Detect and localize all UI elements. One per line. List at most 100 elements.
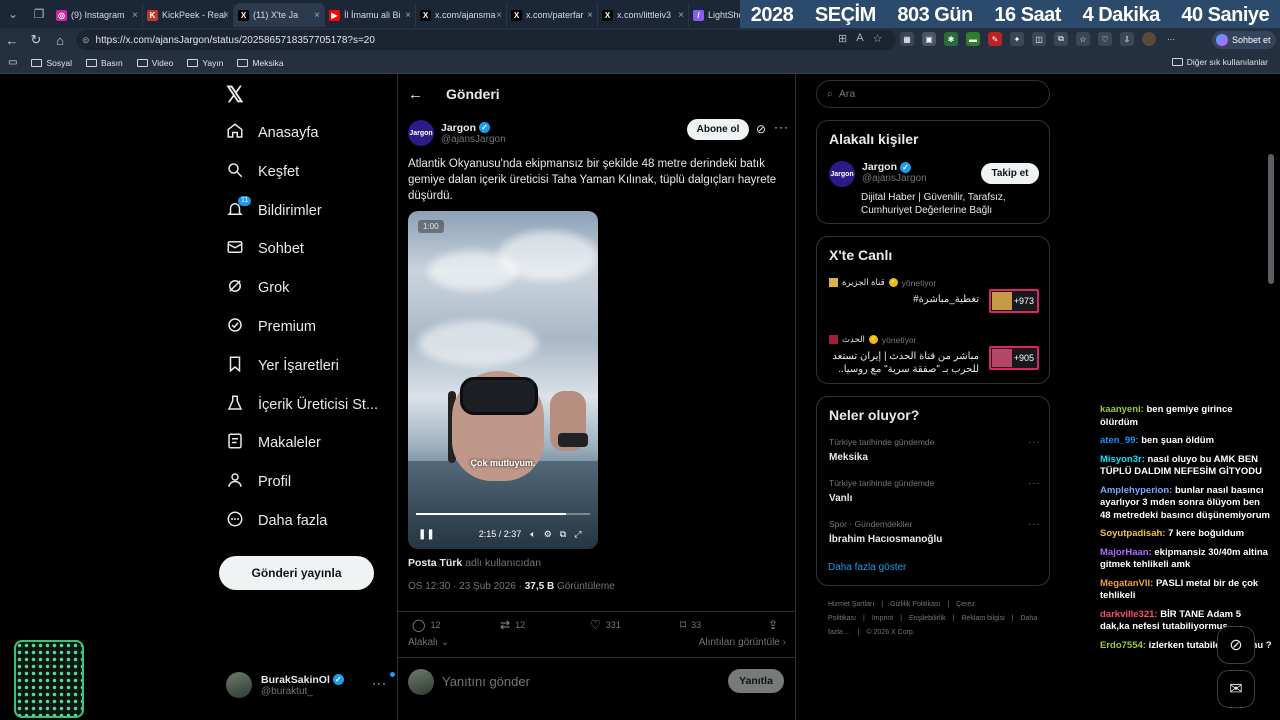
extension-icon[interactable]: ✎	[988, 32, 1002, 46]
workspaces-icon[interactable]: ❐	[26, 0, 52, 28]
browser-tab[interactable]: K KickPeek - Real ×	[143, 3, 234, 27]
close-tab-icon[interactable]: ×	[403, 10, 411, 21]
bookmark-folder[interactable]: Meksika	[237, 58, 284, 68]
nav-item-person[interactable]: Profil	[226, 469, 291, 495]
browser-tab[interactable]: Xx.com/paterfar ×	[507, 3, 598, 27]
reload-icon[interactable]: ↻	[24, 28, 48, 52]
favorite-star-icon[interactable]: ☆	[873, 32, 883, 45]
page-scrollbar[interactable]	[1268, 154, 1274, 284]
trend-more-icon[interactable]: ···	[1028, 437, 1041, 448]
volume-icon[interactable]: 🔈︎	[530, 529, 535, 540]
pip-icon[interactable]: ⧉	[560, 529, 566, 540]
post-more-icon[interactable]: ···	[774, 120, 789, 134]
video-settings-icon[interactable]: ⚙︎	[544, 529, 552, 540]
video-progress-bar[interactable]	[416, 513, 590, 515]
url-input[interactable]: ⊜ https://x.com/ajansJargon/status/20258…	[76, 30, 896, 50]
extension-icon[interactable]: ✱	[944, 32, 958, 46]
browser-tab[interactable]: ◎ (9) Instagram ×	[52, 3, 143, 27]
pause-icon[interactable]: ❚❚	[418, 529, 435, 540]
trend-item[interactable]: Türkiye tarihinde gündemde Vanlı ···	[829, 478, 1041, 504]
trend-more-icon[interactable]: ···	[1028, 519, 1041, 530]
author-name[interactable]: Jargon	[441, 122, 476, 134]
settings-more-icon[interactable]: ···	[1164, 32, 1178, 46]
split-screen-icon[interactable]: ◫	[1032, 32, 1046, 46]
close-tab-icon[interactable]: ×	[221, 10, 229, 21]
live-thumbnail[interactable]: +973	[989, 289, 1039, 313]
live-item[interactable]: قناة الجزيرة ✓ yönetiyor تغطية_مباشرة# +973	[829, 277, 1041, 313]
extension-icon[interactable]: ▬	[966, 32, 980, 46]
x-logo-icon[interactable]: 𝕏	[226, 82, 244, 108]
reading-list-icon[interactable]: ▭	[8, 57, 17, 68]
post-timestamp[interactable]: ÖS 12:30 · 23 Şub 2026 ·	[408, 581, 525, 592]
bookmark-folder[interactable]: Video	[136, 58, 173, 68]
footer-link[interactable]: Imprint	[872, 615, 893, 622]
follow-button[interactable]: Takip et	[981, 163, 1039, 184]
trend-item[interactable]: Spor · Gündemdekiler İbrahim Hacıosmanoğl…	[829, 519, 1041, 545]
extension-icon[interactable]: ▣	[922, 32, 936, 46]
nav-item-grok[interactable]: Grok	[226, 275, 289, 301]
relevant-person[interactable]: Jargon Jargon ✓ @ajansJargon	[829, 161, 927, 187]
nav-item-home[interactable]: Anasayfa	[226, 120, 318, 146]
post-author[interactable]: Jargon Jargon ✓ @ajansJargon	[408, 118, 506, 148]
collections-icon[interactable]: ⧉	[1054, 32, 1068, 46]
video-player[interactable]: 1:00 Çok mutluyum. ❚❚ 2:15 / 2:37 🔈︎ ⚙︎ …	[408, 211, 598, 549]
nav-item-article[interactable]: Makaleler	[226, 430, 321, 456]
nav-item-bookmark[interactable]: Yer İşaretleri	[226, 353, 339, 379]
footer-link[interactable]: Erişilebilirlik	[909, 615, 946, 622]
nav-item-flask[interactable]: İçerik Üreticisi St...	[226, 392, 378, 418]
bookmark-folder[interactable]: Sosyal	[31, 58, 72, 68]
puzzle-icon[interactable]: ✦	[1010, 32, 1024, 46]
like-action[interactable]: ♡ 331	[590, 618, 621, 632]
account-more-icon[interactable]: ···	[372, 676, 387, 690]
nav-item-search[interactable]: Keşfet	[226, 159, 299, 185]
browser-tab[interactable]: ▶ İl İmamu ali Bi ×	[325, 3, 416, 27]
browser-tab[interactable]: X (11) X'te Ja ×	[234, 3, 325, 27]
site-info-icon[interactable]: ⊜	[82, 35, 90, 46]
favorites-icon[interactable]: ☆	[1076, 32, 1090, 46]
tab-list-dropdown-icon[interactable]: ⌄	[0, 0, 26, 28]
read-aloud-icon[interactable]: A	[856, 32, 863, 45]
back-arrow-icon[interactable]: ←	[408, 86, 434, 103]
close-tab-icon[interactable]: ×	[494, 10, 502, 21]
trend-more-icon[interactable]: ···	[1028, 478, 1041, 489]
footer-link[interactable]: Hizmet Şartları	[828, 601, 874, 608]
close-tab-icon[interactable]: ×	[676, 10, 684, 21]
search-input[interactable]: ⌕ Ara	[816, 80, 1050, 108]
reply-input[interactable]: Yanıtını gönder	[442, 674, 530, 689]
copilot-chat-button[interactable]: Sohbet et	[1212, 31, 1276, 49]
bookmark-action[interactable]: ⌑ 33	[680, 618, 701, 632]
nav-item-more-circle[interactable]: Daha fazla	[226, 508, 327, 534]
reply-button[interactable]: Yanıtla	[728, 669, 784, 693]
author-handle[interactable]: @ajansJargon	[441, 134, 506, 145]
browser-tab[interactable]: Xx.com/littleiv3 ×	[598, 3, 689, 27]
grok-float-button[interactable]: ⊘	[1217, 626, 1255, 664]
account-switcher[interactable]: BurakSakinOl ✓ @buraktut_ ···	[226, 670, 396, 700]
extension-icon[interactable]: ▦	[900, 32, 914, 46]
close-tab-icon[interactable]: ×	[585, 10, 593, 21]
reply-action[interactable]: ◯ 12	[412, 618, 440, 632]
browser-tab[interactable]: Xx.com/ajansma ×	[416, 3, 507, 27]
subscribe-button[interactable]: Abone ol	[687, 119, 749, 140]
post-button[interactable]: Gönderi yayınla	[219, 556, 374, 590]
fullscreen-icon[interactable]: ⤢	[574, 529, 581, 540]
heart-icon[interactable]: ♡	[1098, 32, 1112, 46]
close-tab-icon[interactable]: ×	[130, 10, 138, 21]
live-item[interactable]: الحدث ✓ yönetiyor مباشر من قناة الحدث | إير…	[829, 334, 1041, 376]
downloads-icon[interactable]: ⇩	[1120, 32, 1134, 46]
grok-explain-icon[interactable]: ⊘	[756, 122, 766, 136]
footer-link[interactable]: Reklam bilgisi	[961, 615, 1004, 622]
trend-item[interactable]: Türkiye tarihinde gündemde Meksika ···	[829, 437, 1041, 463]
bookmark-folder[interactable]: Basın	[85, 58, 123, 68]
live-thumbnail[interactable]: +905	[989, 346, 1039, 370]
share-action[interactable]: ⇪	[768, 618, 778, 632]
sort-dropdown[interactable]: Alakalı ⌄	[408, 637, 449, 648]
home-browser-icon[interactable]: ⌂	[48, 28, 72, 52]
footer-link[interactable]: © 2026 X Corp.	[866, 629, 914, 636]
nav-item-mail[interactable]: Sohbet	[226, 236, 304, 262]
nav-item-bell[interactable]: 11 Bildirimler	[226, 195, 322, 224]
footer-link[interactable]: Gizlilik Politikası	[890, 601, 940, 608]
profile-avatar-icon[interactable]	[1142, 32, 1156, 46]
repost-action[interactable]: ⇄ 12	[500, 618, 525, 632]
app-available-icon[interactable]: ⊞	[838, 32, 847, 45]
back-icon[interactable]: ←	[0, 28, 24, 52]
